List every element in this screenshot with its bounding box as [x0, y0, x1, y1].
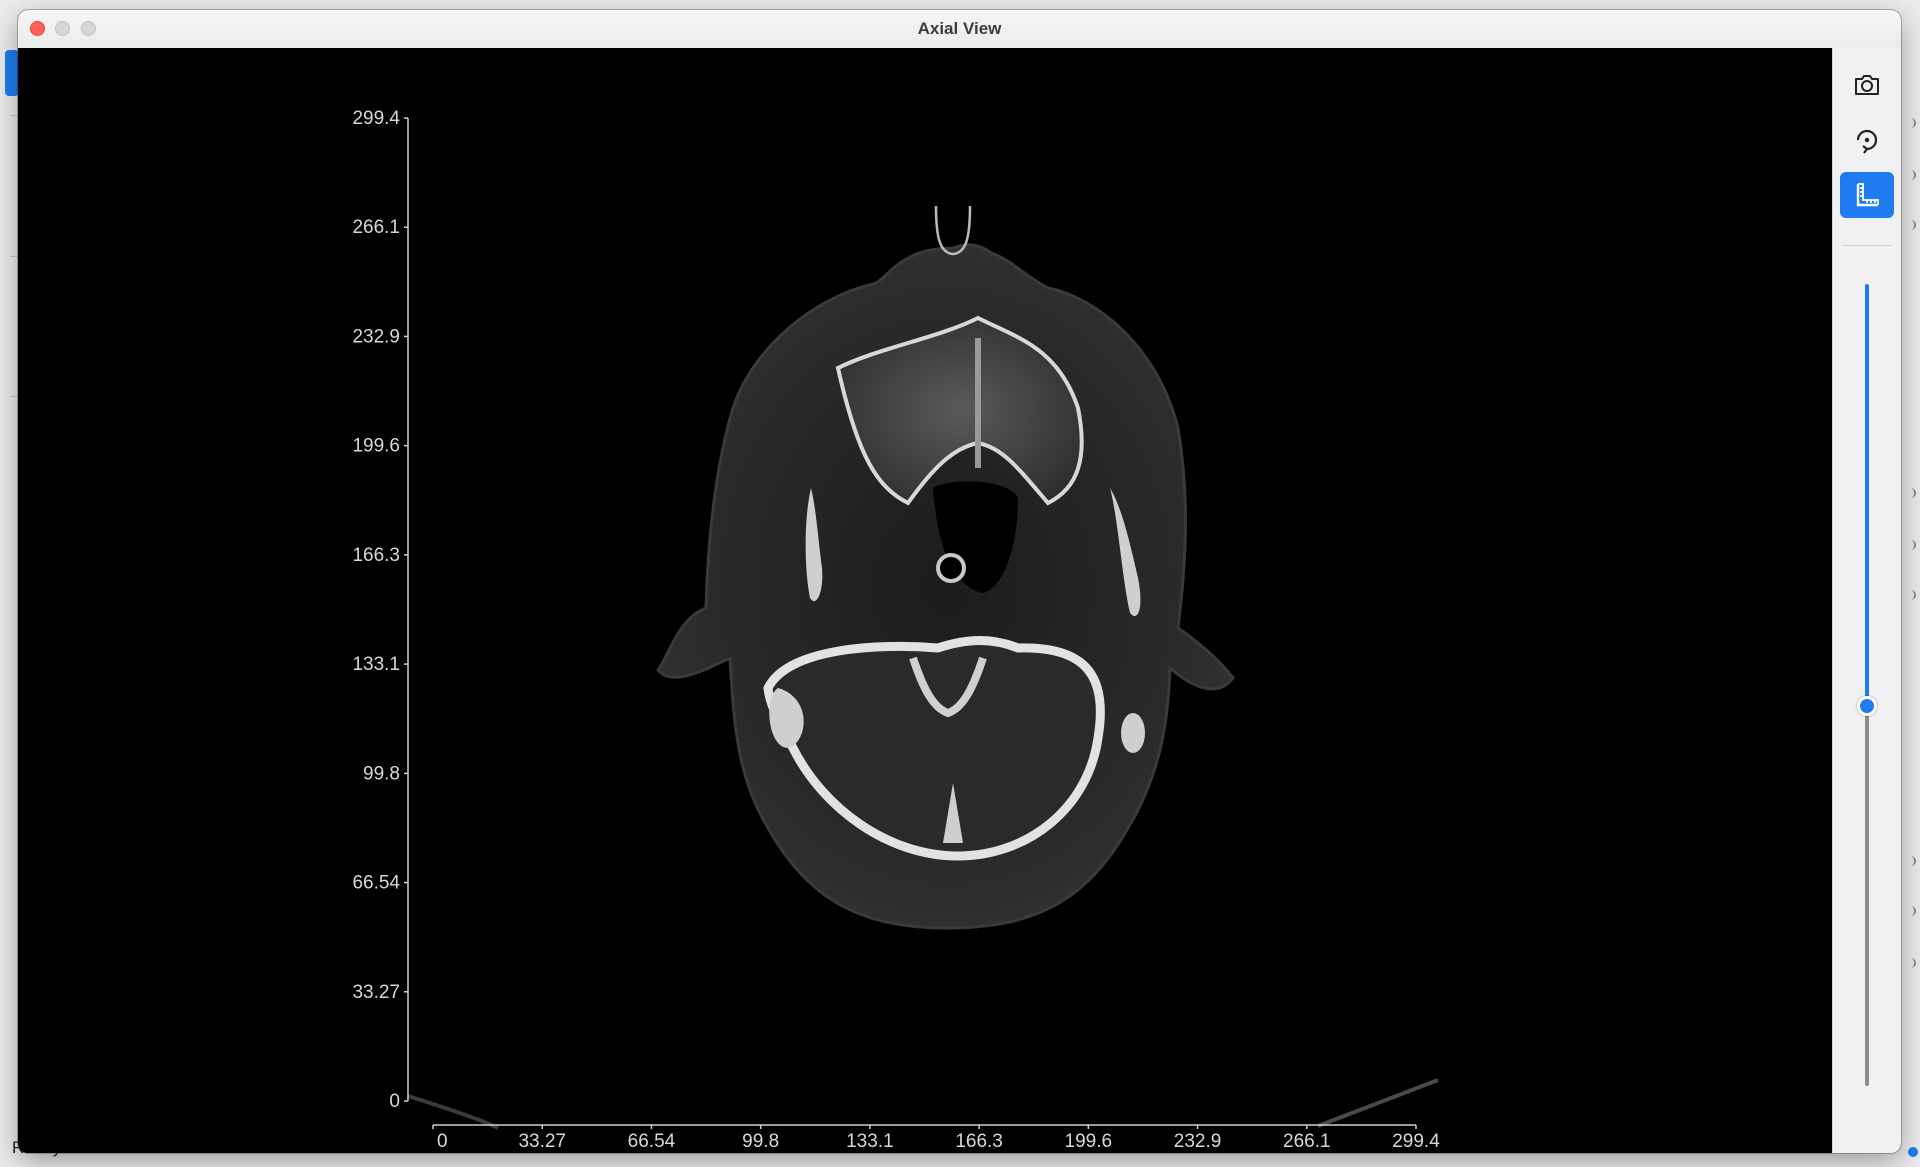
x-tick-label: 166.3: [955, 1131, 1003, 1152]
y-tick-label: 0: [389, 1091, 400, 1112]
background-edge-glyph: [1906, 856, 1916, 866]
background-edge-glyph: [1906, 906, 1916, 916]
axial-view-window: Axial View 0 33.27 66.54 99.8 133.1 166.…: [18, 10, 1901, 1153]
ruler-icon: [1856, 183, 1879, 207]
y-tick-label: 66.54: [352, 873, 400, 894]
background-edge-glyph: [1906, 540, 1916, 550]
background-selected-item: [5, 50, 19, 96]
y-tick-label: 33.27: [352, 982, 400, 1003]
sidebar-separator: [1842, 245, 1892, 246]
background-edge-glyph: [1906, 488, 1916, 498]
y-tick-label: 133.1: [352, 654, 400, 675]
x-tick-label: 199.6: [1065, 1131, 1113, 1152]
background-edge-glyph: [1906, 958, 1916, 968]
x-tick-label: 99.8: [742, 1131, 779, 1152]
x-tick-label: 0: [437, 1131, 448, 1152]
slice-slider-fill[interactable]: [1865, 284, 1869, 706]
slice-slider-track[interactable]: [1865, 706, 1869, 1086]
y-axis-ticks: 0 33.27 66.54 99.8 133.1 166.3 199.6 232.9 266.1…: [352, 108, 408, 1112]
y-tick-label: 166.3: [352, 545, 400, 566]
y-tick-label: 266.1: [352, 217, 400, 238]
y-tick-label: 232.9: [352, 326, 400, 347]
x-tick-label: 299.4: [1392, 1131, 1440, 1152]
background-edge-glyph: [1906, 590, 1916, 600]
screenshot-button[interactable]: [1840, 62, 1894, 108]
x-tick-label: 66.54: [628, 1131, 676, 1152]
title-bar[interactable]: Axial View: [18, 10, 1901, 49]
x-tick-label: 266.1: [1283, 1131, 1331, 1152]
y-tick-label: 299.4: [352, 108, 400, 129]
rotate-icon: [1856, 129, 1878, 154]
slice-slider-handle[interactable]: [1857, 696, 1877, 716]
background-edge-glyph: [1906, 118, 1916, 128]
x-axis-ticks: 0 33.27 66.54 99.8 133.1 166.3 199.6 232.9 266.1…: [432, 1125, 1440, 1152]
tool-sidebar: [1832, 48, 1901, 1153]
window-title: Axial View: [917, 19, 1002, 38]
y-tick-label: 199.6: [352, 436, 400, 457]
y-tick-label: 99.8: [363, 763, 400, 784]
background-status-dot: [1908, 1147, 1918, 1157]
x-tick-label: 232.9: [1174, 1131, 1222, 1152]
ct-axial-plot[interactable]: 0 33.27 66.54 99.8 133.1 166.3 199.6 232.9 266.1…: [18, 48, 1832, 1153]
background-edge-glyph: [1906, 170, 1916, 180]
measure-button[interactable]: [1840, 172, 1894, 218]
ct-slice-image: [407, 205, 1439, 1130]
x-tick-label: 33.27: [518, 1131, 566, 1152]
axial-viewport[interactable]: 0 33.27 66.54 99.8 133.1 166.3 199.6 232.9 266.1…: [18, 48, 1832, 1153]
rotate-button[interactable]: [1840, 118, 1894, 164]
camera-icon: [1855, 75, 1879, 95]
background-edge-glyph: [1906, 220, 1916, 230]
x-tick-label: 133.1: [846, 1131, 894, 1152]
